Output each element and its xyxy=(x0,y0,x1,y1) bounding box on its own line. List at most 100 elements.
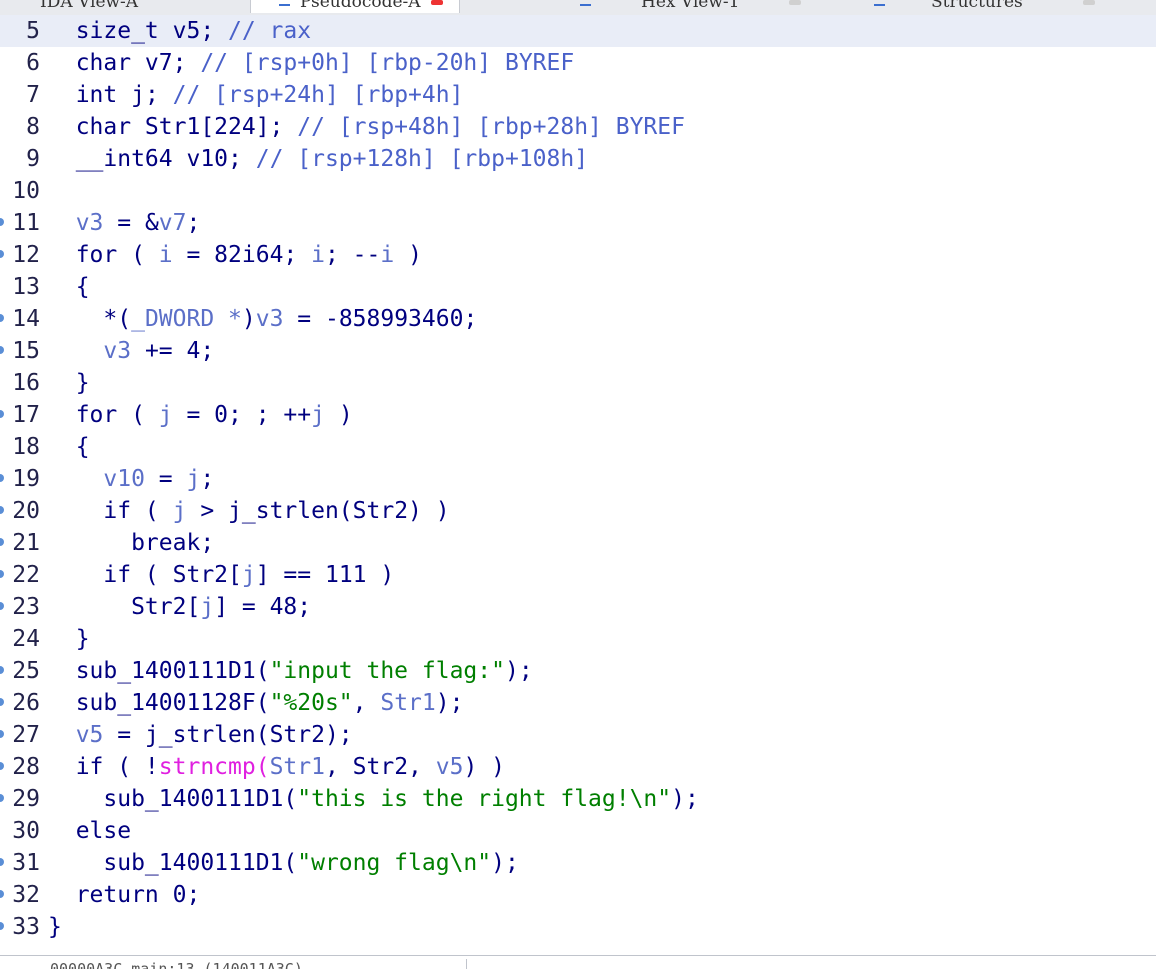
code-line[interactable]: 10 xyxy=(0,175,1156,207)
line-number: 16 xyxy=(12,370,40,396)
code-line[interactable]: 19 v10 = j; xyxy=(0,463,1156,495)
line-number: 10 xyxy=(12,178,40,204)
token-var: v3 xyxy=(103,338,132,364)
token: if ( xyxy=(48,498,173,524)
code-line[interactable]: 15 v3 += 4; xyxy=(0,335,1156,367)
tab-label: Hex View-1 xyxy=(641,0,740,12)
token: ; xyxy=(186,210,201,236)
token: ; xyxy=(200,466,215,492)
code-line[interactable]: 8 char Str1[224]; // [rsp+48h] [rbp+28h]… xyxy=(0,111,1156,143)
code-line[interactable]: 13 { xyxy=(0,271,1156,303)
code-line[interactable]: 30 else xyxy=(0,815,1156,847)
token: } xyxy=(48,370,90,396)
token: = j_strlen(Str2); xyxy=(103,722,353,748)
line-number: 18 xyxy=(12,434,40,460)
token: sub_1400111D1( xyxy=(48,850,298,876)
token-var: i xyxy=(311,242,325,268)
close-icon[interactable] xyxy=(789,0,802,5)
token: sub_1400111D1( xyxy=(48,786,298,812)
code-text: size_t v5; // rax xyxy=(48,15,311,47)
code-line[interactable]: 28 if ( !strncmp(Str1, Str2, v5) ) xyxy=(0,751,1156,783)
tab-ida-view[interactable]: IDA View-A xyxy=(40,0,138,13)
token-str: "wrong flag\n" xyxy=(297,850,492,876)
line-number: 29 xyxy=(12,786,40,812)
token: ; -- xyxy=(324,242,381,268)
code-line[interactable]: 11 v3 = &v7; xyxy=(0,207,1156,239)
code-line[interactable]: 6 char v7; // [rsp+0h] [rbp-20h] BYREF xyxy=(0,47,1156,79)
code-line[interactable]: 25 sub_1400111D1("input the flag:"); xyxy=(0,655,1156,687)
code-line[interactable]: 32 return 0; xyxy=(0,879,1156,911)
close-icon[interactable] xyxy=(430,0,443,5)
code-text: sub_1400111D1("input the flag:"); xyxy=(48,655,533,687)
token: char Str1[224]; xyxy=(48,114,298,140)
code-line[interactable]: 14 *(_DWORD *)v3 = -858993460; xyxy=(0,303,1156,335)
code-line[interactable]: 31 sub_1400111D1("wrong flag\n"); xyxy=(0,847,1156,879)
tab-label: IDA View-A xyxy=(40,0,139,12)
token: ] == 111 ) xyxy=(255,562,395,588)
code-text: } xyxy=(48,911,62,943)
token: ); xyxy=(504,658,533,684)
token-var: j xyxy=(311,402,325,428)
code-text: for ( j = 0; ; ++j ) xyxy=(48,399,353,431)
token: return 0; xyxy=(48,882,201,908)
token: if ( Str2[ xyxy=(48,562,242,588)
tab-pseudocode[interactable]: Pseudocode-A xyxy=(250,0,460,13)
token: ); xyxy=(671,786,699,812)
code-text: sub_1400111D1("this is the right flag!\n… xyxy=(48,783,699,815)
code-text: v5 = j_strlen(Str2); xyxy=(48,719,353,751)
code-line[interactable]: 29 sub_1400111D1("this is the right flag… xyxy=(0,783,1156,815)
code-line[interactable]: 16 } xyxy=(0,367,1156,399)
pseudocode-view[interactable]: 5 size_t v5; // rax 6 char v7; // [rsp+0h… xyxy=(0,15,1156,945)
code-text: Str2[j] = 48; xyxy=(48,591,311,623)
code-text: sub_1400111D1("wrong flag\n"); xyxy=(48,847,518,879)
token: = 82i64; xyxy=(172,242,312,268)
token: = & xyxy=(103,210,159,236)
code-line[interactable]: 12 for ( i = 82i64; i; --i ) xyxy=(0,239,1156,271)
token: += 4; xyxy=(131,338,215,364)
token-var: j xyxy=(172,498,187,524)
tab-hex-view[interactable]: Hex View-1 xyxy=(580,0,802,13)
token-var: v5 xyxy=(75,722,104,748)
token-cmt: // rax xyxy=(228,18,312,44)
token: } xyxy=(48,626,90,652)
status-bar: 00000A3C main:13 (140011A3C) xyxy=(0,955,1156,969)
code-text: for ( i = 82i64; i; --i ) xyxy=(48,239,422,271)
line-number: 32 xyxy=(12,882,40,908)
code-line[interactable]: 27 v5 = j_strlen(Str2); xyxy=(0,719,1156,751)
token-var: v5 xyxy=(435,754,464,780)
code-line[interactable]: 21 break; xyxy=(0,527,1156,559)
token-str: "%20s" xyxy=(269,690,353,716)
code-line[interactable]: 20 if ( j > j_strlen(Str2) ) xyxy=(0,495,1156,527)
code-line[interactable]: 23 Str2[j] = 48; xyxy=(0,591,1156,623)
token: Str2[ xyxy=(48,594,201,620)
tab-structures[interactable]: Structures xyxy=(874,0,1095,13)
close-icon[interactable] xyxy=(1082,0,1095,5)
code-line[interactable]: 5 size_t v5; // rax xyxy=(0,15,1156,47)
token-var: v7 xyxy=(158,210,187,236)
tab-bar: IDA View-A Pseudocode-A Hex View-1 Struc… xyxy=(0,0,1156,16)
code-line[interactable]: 22 if ( Str2[j] == 111 ) xyxy=(0,559,1156,591)
line-number: 21 xyxy=(12,530,40,556)
code-text: break; xyxy=(48,527,214,559)
token-var: v3 xyxy=(75,210,104,236)
token-str: "this is the right flag!\n" xyxy=(297,786,672,812)
code-text: if ( Str2[j] == 111 ) xyxy=(48,559,394,591)
line-number: 13 xyxy=(12,274,40,300)
token: { xyxy=(48,434,90,460)
code-line[interactable]: 9 __int64 v10; // [rsp+128h] [rbp+108h] xyxy=(0,143,1156,175)
code-line[interactable]: 17 for ( j = 0; ; ++j ) xyxy=(0,399,1156,431)
line-number: 9 xyxy=(26,146,40,172)
line-number: 12 xyxy=(12,242,40,268)
token: j; xyxy=(117,82,173,108)
code-line[interactable]: 26 sub_14001128F("%20s", Str1); xyxy=(0,687,1156,719)
code-line[interactable]: 33} xyxy=(0,911,1156,943)
code-line[interactable]: 24 } xyxy=(0,623,1156,655)
code-text: if ( j > j_strlen(Str2) ) xyxy=(48,495,449,527)
line-number: 6 xyxy=(26,50,40,76)
code-line[interactable]: 18 { xyxy=(0,431,1156,463)
code-line[interactable]: 7 int j; // [rsp+24h] [rbp+4h] xyxy=(0,79,1156,111)
code-text: char Str1[224]; // [rsp+48h] [rbp+28h] B… xyxy=(48,111,685,143)
